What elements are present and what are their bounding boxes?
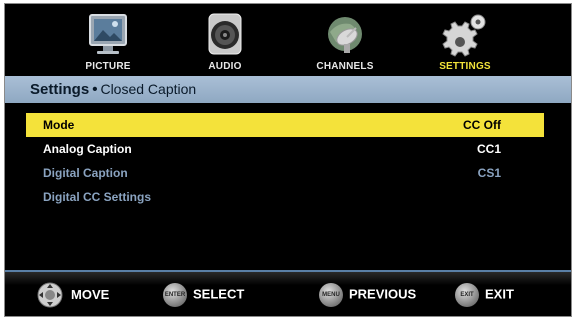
menu-item-value: CC Off: [463, 118, 501, 132]
menu-item-value: CS1: [477, 166, 501, 180]
menu-item-mode[interactable]: Mode CC Off: [26, 113, 544, 137]
menu-item-label: Mode: [43, 118, 75, 132]
menu-button-icon: MENU: [319, 282, 343, 307]
menu-item-label: Analog Caption: [43, 142, 132, 156]
tab-settings[interactable]: SETTINGS: [410, 4, 520, 76]
page-title: Settings: [30, 81, 90, 98]
hint-move-label: MOVE: [71, 287, 110, 302]
breadcrumb-separator: •: [92, 81, 98, 98]
page-subtitle: Closed Caption: [100, 81, 197, 97]
dpad-icon: [37, 282, 63, 308]
hint-select: ENTER SELECT: [163, 282, 245, 307]
tab-picture-label: PICTURE: [85, 61, 131, 72]
satellite-dish-icon: [320, 12, 370, 58]
tab-audio[interactable]: AUDIO: [170, 4, 280, 76]
gears-icon: [440, 12, 490, 58]
breadcrumb: Settings • Closed Caption: [5, 76, 571, 103]
hint-exit-label: EXIT: [485, 286, 514, 302]
top-navigation: PICTURE AUDIO CHANNELS SETTINGS: [5, 4, 571, 76]
tab-channels[interactable]: CHANNELS: [290, 4, 400, 76]
tab-audio-label: AUDIO: [208, 61, 242, 72]
hint-select-label: SELECT: [193, 286, 245, 302]
menu-item-digital-caption: Digital Caption CS1: [26, 161, 544, 185]
button-hints-bar: MOVE ENTER SELECT MENU PREVIOUS EXIT EXIT: [5, 270, 571, 316]
menu-item-digital-cc-settings: Digital CC Settings: [26, 185, 544, 209]
hint-previous-label: PREVIOUS: [349, 286, 417, 302]
tv-menu-screen: PICTURE AUDIO CHANNELS SETTINGS Settings…: [4, 3, 572, 317]
enter-button-icon: ENTER: [163, 282, 187, 307]
hint-previous: MENU PREVIOUS: [319, 282, 417, 307]
hint-exit: EXIT EXIT: [455, 282, 514, 307]
settings-menu: Mode CC Off Analog Caption CC1 Digital C…: [26, 113, 544, 209]
tab-settings-label: SETTINGS: [439, 61, 491, 72]
menu-item-value: CC1: [476, 142, 501, 156]
tab-channels-label: CHANNELS: [316, 61, 374, 72]
picture-icon: [83, 12, 133, 58]
menu-item-analog-caption[interactable]: Analog Caption CC1: [26, 137, 544, 161]
hint-move: MOVE: [37, 282, 110, 308]
speaker-icon: [200, 12, 250, 58]
tab-picture[interactable]: PICTURE: [53, 4, 163, 76]
menu-item-label: Digital CC Settings: [43, 190, 152, 204]
exit-button-icon: EXIT: [455, 282, 479, 307]
menu-item-label: Digital Caption: [43, 166, 128, 180]
